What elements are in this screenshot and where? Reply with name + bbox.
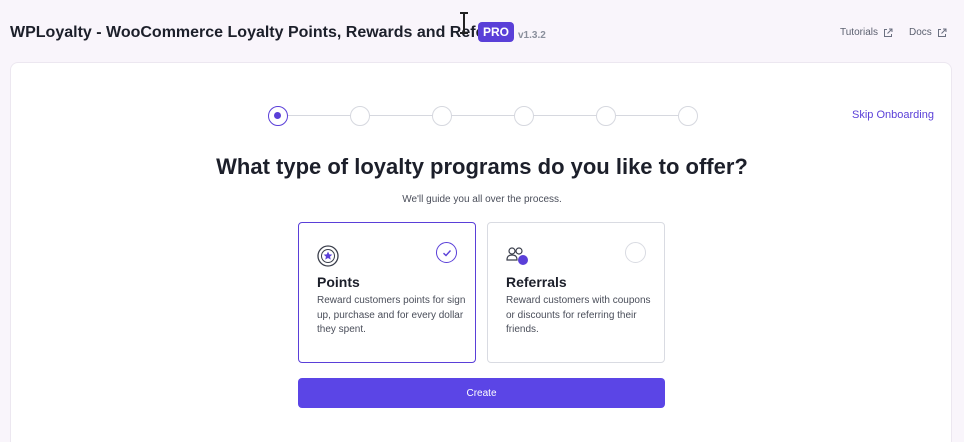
option-desc-points: Reward customers points for sign up, pur…: [317, 295, 466, 335]
external-link-icon: [937, 28, 947, 37]
onboarding-stepper: [268, 105, 700, 127]
step-5: [596, 106, 616, 126]
option-card-points[interactable]: Points Reward customers points for sign …: [298, 222, 476, 363]
option-check-referrals[interactable]: [625, 242, 646, 263]
option-card-referrals[interactable]: Referrals Reward customers with coupons …: [487, 222, 665, 363]
page-heading: What type of loyalty programs do you lik…: [216, 154, 748, 179]
checkmark-icon: [443, 250, 452, 257]
option-check-points[interactable]: [436, 242, 457, 263]
option-title-referrals: Referrals: [506, 274, 567, 290]
step-3: [432, 106, 452, 126]
pro-badge: PRO: [478, 22, 515, 42]
option-title-points: Points: [317, 274, 360, 290]
docs-link[interactable]: Docs: [909, 27, 947, 38]
stepper-line: [288, 115, 680, 116]
step-2: [350, 106, 370, 126]
option-desc-referrals: Reward customers with coupons or discoun…: [506, 295, 651, 335]
page-subheading: We'll guide you all over the process.: [402, 194, 562, 205]
step-6: [678, 106, 698, 126]
text-cursor-icon: [460, 12, 468, 34]
version-label: v1.3.2: [518, 30, 546, 41]
create-button[interactable]: Create: [298, 378, 665, 408]
external-link-icon: [883, 28, 893, 37]
skip-onboarding-link[interactable]: Skip Onboarding: [852, 109, 934, 121]
tutorials-label: Tutorials: [840, 27, 878, 38]
top-bar: WPLoyalty - WooCommerce Loyalty Points, …: [0, 0, 964, 62]
step-1: [268, 106, 288, 126]
star-badge-icon: [317, 245, 339, 267]
step-4: [514, 106, 534, 126]
users-icon: [506, 247, 528, 265]
tutorials-link[interactable]: Tutorials: [840, 27, 893, 38]
app-title: WPLoyalty - WooCommerce Loyalty Points, …: [10, 24, 511, 41]
docs-label: Docs: [909, 27, 932, 38]
